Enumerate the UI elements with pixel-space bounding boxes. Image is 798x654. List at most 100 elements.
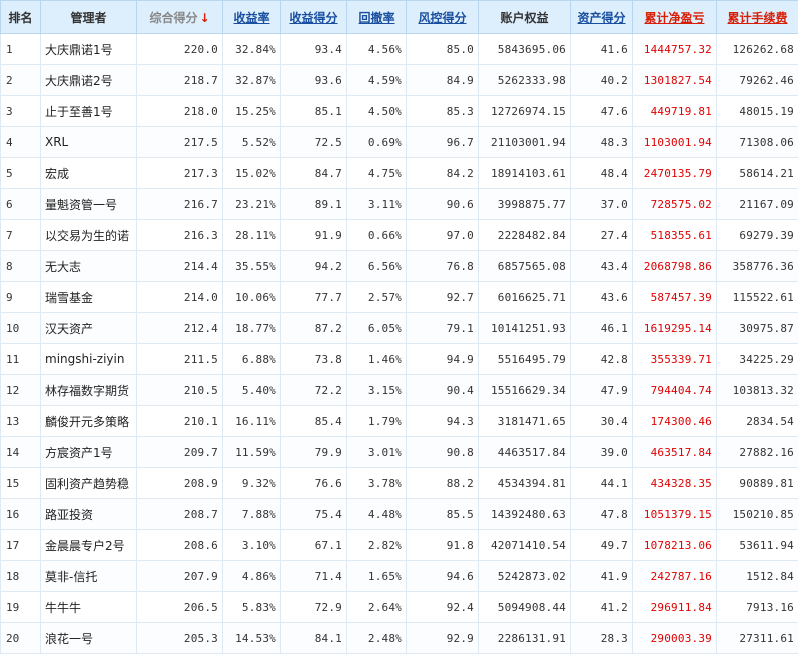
table-row: 5宏成217.315.02%84.74.75%84.218914103.6148… xyxy=(1,158,798,189)
table-row: 18莫非-信托207.94.86%71.41.65%94.65242873.02… xyxy=(1,561,798,592)
rank-cell: 12 xyxy=(1,375,41,406)
table-row: 8无大志214.435.55%94.26.56%76.86857565.0843… xyxy=(1,251,798,282)
net-pnl-cell: 2068798.86 xyxy=(633,251,717,282)
manager-cell: 莫非-信托 xyxy=(41,561,137,592)
return-score-cell: 91.9 xyxy=(281,220,347,251)
table-row: 17金晨晨专户2号208.63.10%67.12.82%91.842071410… xyxy=(1,530,798,561)
header-fees-label[interactable]: 累计手续费 xyxy=(727,11,787,25)
net-pnl-cell: 434328.35 xyxy=(633,468,717,499)
net-pnl-cell: 290003.39 xyxy=(633,623,717,654)
fees-cell: 90889.81 xyxy=(717,468,798,499)
asset-score-cell: 27.4 xyxy=(571,220,633,251)
table-row: 3止于至善1号218.015.25%85.14.50%85.312726974.… xyxy=(1,96,798,127)
header-equity: 账户权益 xyxy=(479,1,571,34)
total-score-cell: 207.9 xyxy=(137,561,223,592)
equity-cell: 6016625.71 xyxy=(479,282,571,313)
header-asset-score-label[interactable]: 资产得分 xyxy=(577,11,625,25)
manager-cell: XRL xyxy=(41,127,137,158)
manager-cell: 林存福数字期货 xyxy=(41,375,137,406)
return-rate-cell: 23.21% xyxy=(223,189,281,220)
asset-score-cell: 47.8 xyxy=(571,499,633,530)
ranking-table: 排名管理者综合得分↓收益率收益得分回撤率风控得分账户权益资产得分累计净盈亏累计手… xyxy=(0,0,798,654)
header-risk-score-label[interactable]: 风控得分 xyxy=(418,11,466,25)
return-score-cell: 93.4 xyxy=(281,34,347,65)
sort-desc-arrow-icon[interactable]: ↓ xyxy=(199,11,209,25)
drawdown-cell: 4.50% xyxy=(347,96,407,127)
net-pnl-cell: 794404.74 xyxy=(633,375,717,406)
rank-cell: 4 xyxy=(1,127,41,158)
equity-cell: 2228482.84 xyxy=(479,220,571,251)
total-score-cell: 212.4 xyxy=(137,313,223,344)
equity-cell: 3181471.65 xyxy=(479,406,571,437)
risk-score-cell: 90.6 xyxy=(407,189,479,220)
asset-score-cell: 28.3 xyxy=(571,623,633,654)
manager-cell: 以交易为生的诺 xyxy=(41,220,137,251)
header-net-pnl[interactable]: 累计净盈亏 xyxy=(633,1,717,34)
return-rate-cell: 32.84% xyxy=(223,34,281,65)
equity-cell: 2286131.91 xyxy=(479,623,571,654)
drawdown-cell: 2.64% xyxy=(347,592,407,623)
total-score-cell: 218.7 xyxy=(137,65,223,96)
header-net-pnl-label[interactable]: 累计净盈亏 xyxy=(644,11,704,25)
header-asset-score[interactable]: 资产得分 xyxy=(571,1,633,34)
rank-cell: 11 xyxy=(1,344,41,375)
header-return-score-label[interactable]: 收益得分 xyxy=(289,11,337,25)
return-score-cell: 72.5 xyxy=(281,127,347,158)
manager-cell: 无大志 xyxy=(41,251,137,282)
header-fees[interactable]: 累计手续费 xyxy=(717,1,798,34)
return-score-cell: 93.6 xyxy=(281,65,347,96)
table-row: 11mingshi-ziyin211.56.88%73.81.46%94.955… xyxy=(1,344,798,375)
fees-cell: 103813.32 xyxy=(717,375,798,406)
manager-cell: 大庆鼎诺2号 xyxy=(41,65,137,96)
header-drawdown[interactable]: 回撤率 xyxy=(347,1,407,34)
risk-score-cell: 90.4 xyxy=(407,375,479,406)
rank-cell: 1 xyxy=(1,34,41,65)
risk-score-cell: 94.6 xyxy=(407,561,479,592)
risk-score-cell: 79.1 xyxy=(407,313,479,344)
header-return-rate-label[interactable]: 收益率 xyxy=(233,11,269,25)
asset-score-cell: 48.4 xyxy=(571,158,633,189)
total-score-cell: 214.0 xyxy=(137,282,223,313)
return-score-cell: 84.1 xyxy=(281,623,347,654)
total-score-cell: 217.5 xyxy=(137,127,223,158)
header-return-score[interactable]: 收益得分 xyxy=(281,1,347,34)
table-body: 1大庆鼎诺1号220.032.84%93.44.56%85.05843695.0… xyxy=(1,34,798,654)
return-rate-cell: 4.86% xyxy=(223,561,281,592)
rank-cell: 5 xyxy=(1,158,41,189)
net-pnl-cell: 1301827.54 xyxy=(633,65,717,96)
equity-cell: 5516495.79 xyxy=(479,344,571,375)
header-risk-score[interactable]: 风控得分 xyxy=(407,1,479,34)
header-total-score[interactable]: 综合得分↓ xyxy=(137,1,223,34)
fees-cell: 27311.61 xyxy=(717,623,798,654)
equity-cell: 3998875.77 xyxy=(479,189,571,220)
risk-score-cell: 94.9 xyxy=(407,344,479,375)
risk-score-cell: 91.8 xyxy=(407,530,479,561)
rank-cell: 13 xyxy=(1,406,41,437)
table-row: 15固利资产趋势稳208.99.32%76.63.78%88.24534394.… xyxy=(1,468,798,499)
drawdown-cell: 4.59% xyxy=(347,65,407,96)
return-rate-cell: 32.87% xyxy=(223,65,281,96)
equity-cell: 21103001.94 xyxy=(479,127,571,158)
header-return-rate[interactable]: 收益率 xyxy=(223,1,281,34)
rank-cell: 10 xyxy=(1,313,41,344)
equity-cell: 18914103.61 xyxy=(479,158,571,189)
table-row: 20浪花一号205.314.53%84.12.48%92.92286131.91… xyxy=(1,623,798,654)
asset-score-cell: 37.0 xyxy=(571,189,633,220)
fees-cell: 115522.61 xyxy=(717,282,798,313)
risk-score-cell: 85.3 xyxy=(407,96,479,127)
rank-cell: 6 xyxy=(1,189,41,220)
fees-cell: 358776.36 xyxy=(717,251,798,282)
drawdown-cell: 4.56% xyxy=(347,34,407,65)
manager-cell: 大庆鼎诺1号 xyxy=(41,34,137,65)
return-rate-cell: 28.11% xyxy=(223,220,281,251)
header-total-score-label[interactable]: 综合得分 xyxy=(149,11,197,25)
rank-cell: 9 xyxy=(1,282,41,313)
return-score-cell: 72.2 xyxy=(281,375,347,406)
return-rate-cell: 5.52% xyxy=(223,127,281,158)
risk-score-cell: 90.8 xyxy=(407,437,479,468)
equity-cell: 42071410.54 xyxy=(479,530,571,561)
header-manager: 管理者 xyxy=(41,1,137,34)
header-drawdown-label[interactable]: 回撤率 xyxy=(358,11,394,25)
rank-cell: 8 xyxy=(1,251,41,282)
total-score-cell: 216.7 xyxy=(137,189,223,220)
